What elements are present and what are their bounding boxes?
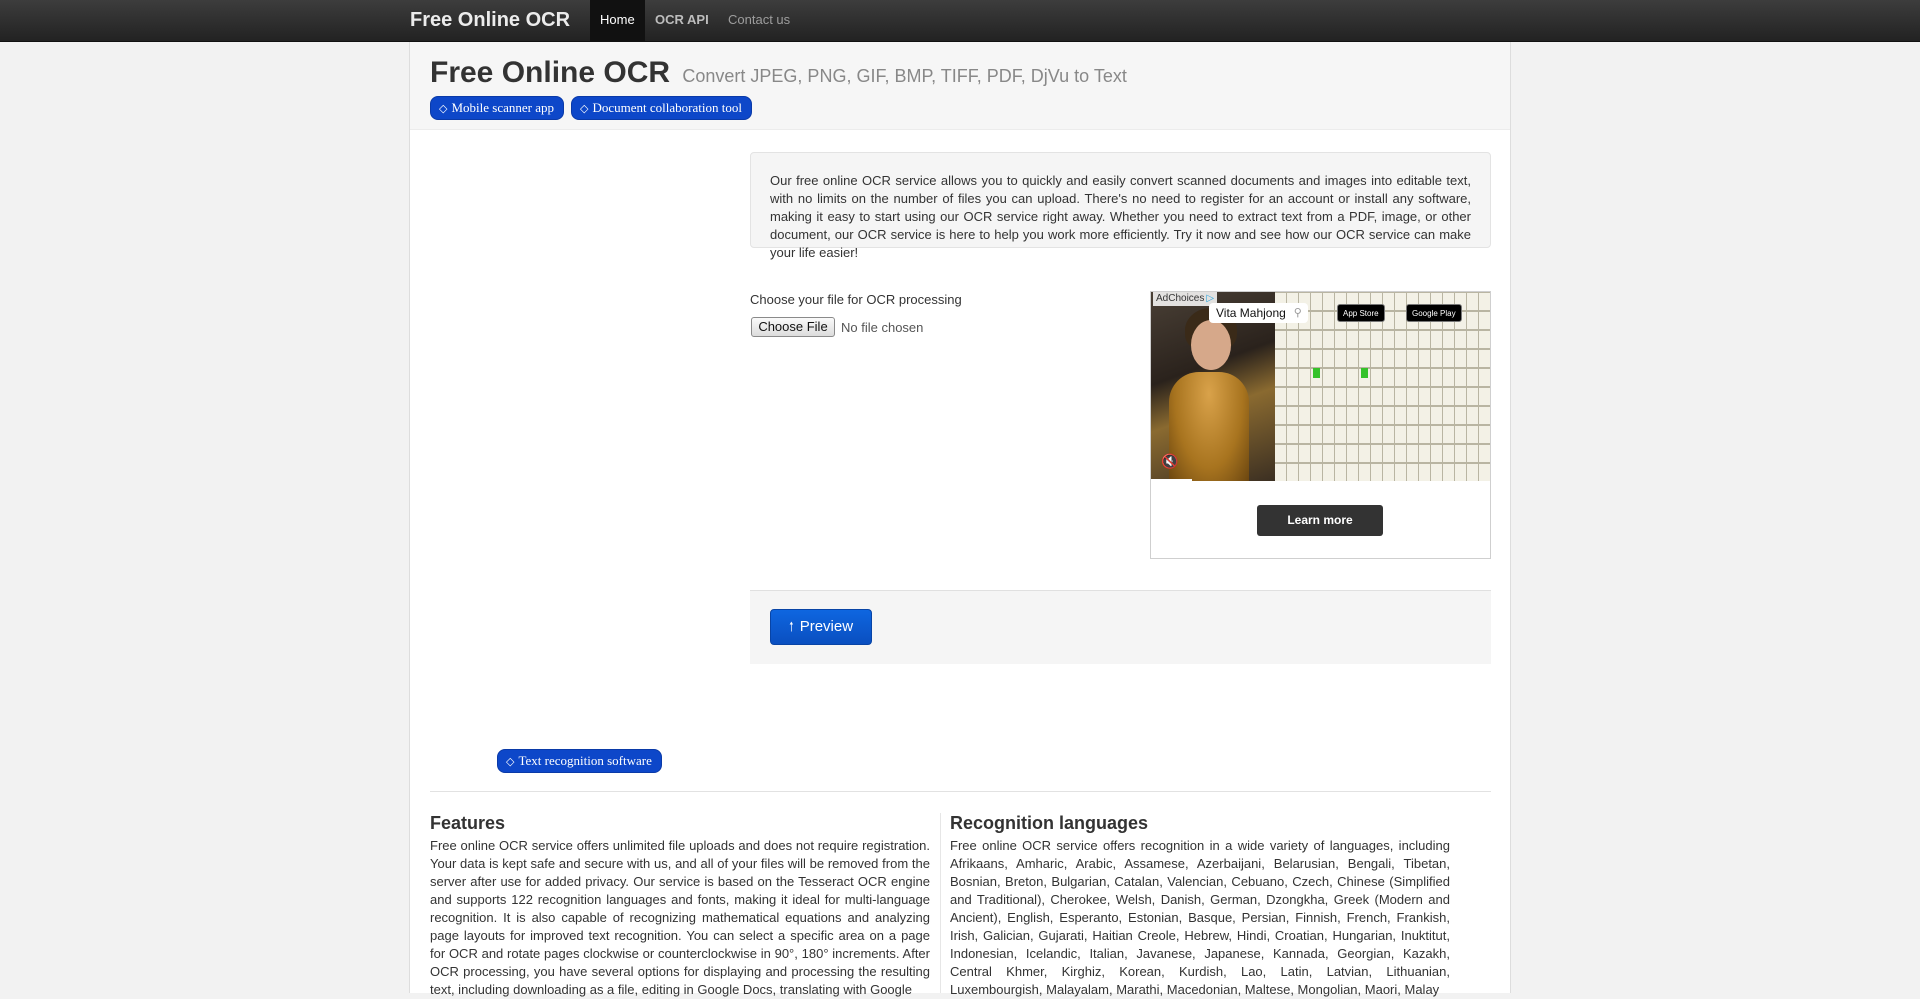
pill-label: Mobile scanner app: [451, 100, 554, 115]
choose-file-button[interactable]: Choose File: [751, 317, 835, 337]
ad-video[interactable]: AdChoices ▷ Vita Mahjong ⚲ App Store Googl…: [1151, 292, 1490, 481]
languages-heading: Recognition languages: [950, 813, 1149, 833]
languages-text: Free online OCR service offers recogniti…: [950, 838, 1450, 997]
adchoices-badge[interactable]: AdChoices ▷: [1153, 292, 1218, 306]
adchoices-label: AdChoices: [1156, 293, 1205, 304]
google-play-badge[interactable]: Google Play: [1406, 304, 1462, 322]
main-container: Free Online OCR Convert JPEG, PNG, GIF, …: [409, 42, 1511, 997]
mobile-scanner-app-link[interactable]: ◇ Mobile scanner app: [430, 96, 564, 120]
ad-coat: [1169, 372, 1249, 481]
ad-title-box: Vita Mahjong ⚲: [1209, 303, 1308, 323]
ad-face: [1191, 320, 1231, 370]
pill-label: Document collaboration tool: [592, 100, 742, 115]
text-recognition-software-link[interactable]: ◇ Text recognition software: [497, 749, 662, 773]
brand-link[interactable]: Free Online OCR: [410, 0, 570, 42]
top-navbar: Free Online OCR Home OCR API Contact us: [0, 0, 1920, 42]
divider: [430, 791, 1491, 792]
file-status-text: No file chosen: [841, 320, 924, 335]
preview-button[interactable]: 🠑 Preview: [770, 609, 872, 645]
document-collaboration-tool-link[interactable]: ◇ Document collaboration tool: [571, 96, 752, 120]
highlighted-tile: [1313, 368, 1320, 378]
learn-more-button[interactable]: Learn more: [1257, 505, 1383, 536]
ad-title: Vita Mahjong: [1216, 306, 1286, 320]
tag-icon: ◇: [580, 103, 589, 115]
mute-icon[interactable]: 🔇: [1161, 452, 1179, 470]
features-heading: Features: [430, 813, 506, 833]
nav-home[interactable]: Home: [590, 0, 645, 42]
column-divider: [940, 813, 941, 993]
features-text: Free online OCR service offers unlimited…: [430, 838, 930, 997]
advertisement[interactable]: AdChoices ▷ Vita Mahjong ⚲ App Store Googl…: [1150, 291, 1491, 559]
arrow-up-icon: 🠑: [788, 619, 794, 634]
tag-icon: ◇: [506, 756, 515, 768]
ad-progress-bar: [1151, 479, 1192, 481]
pill-label: Text recognition software: [518, 753, 652, 768]
nav-contact-us[interactable]: Contact us: [728, 0, 790, 42]
page-subtitle: Convert JPEG, PNG, GIF, BMP, TIFF, PDF, …: [682, 66, 1127, 86]
page-title: Free Online OCR Convert JPEG, PNG, GIF, …: [430, 56, 1127, 90]
preview-label: Preview: [799, 618, 854, 635]
search-icon: ⚲: [1293, 307, 1302, 319]
highlighted-tile: [1361, 368, 1368, 378]
hero-unit: Free Online OCR Convert JPEG, PNG, GIF, …: [410, 42, 1510, 130]
preview-actions: 🠑 Preview: [750, 590, 1491, 664]
page-title-text: Free Online OCR: [430, 56, 671, 89]
file-input-label: Choose your file for OCR processing: [750, 292, 962, 307]
nav-ocr-api[interactable]: OCR API: [655, 0, 709, 42]
intro-description: Our free online OCR service allows you t…: [750, 152, 1491, 260]
app-store-badge[interactable]: App Store: [1337, 304, 1385, 322]
tag-icon: ◇: [439, 103, 448, 115]
